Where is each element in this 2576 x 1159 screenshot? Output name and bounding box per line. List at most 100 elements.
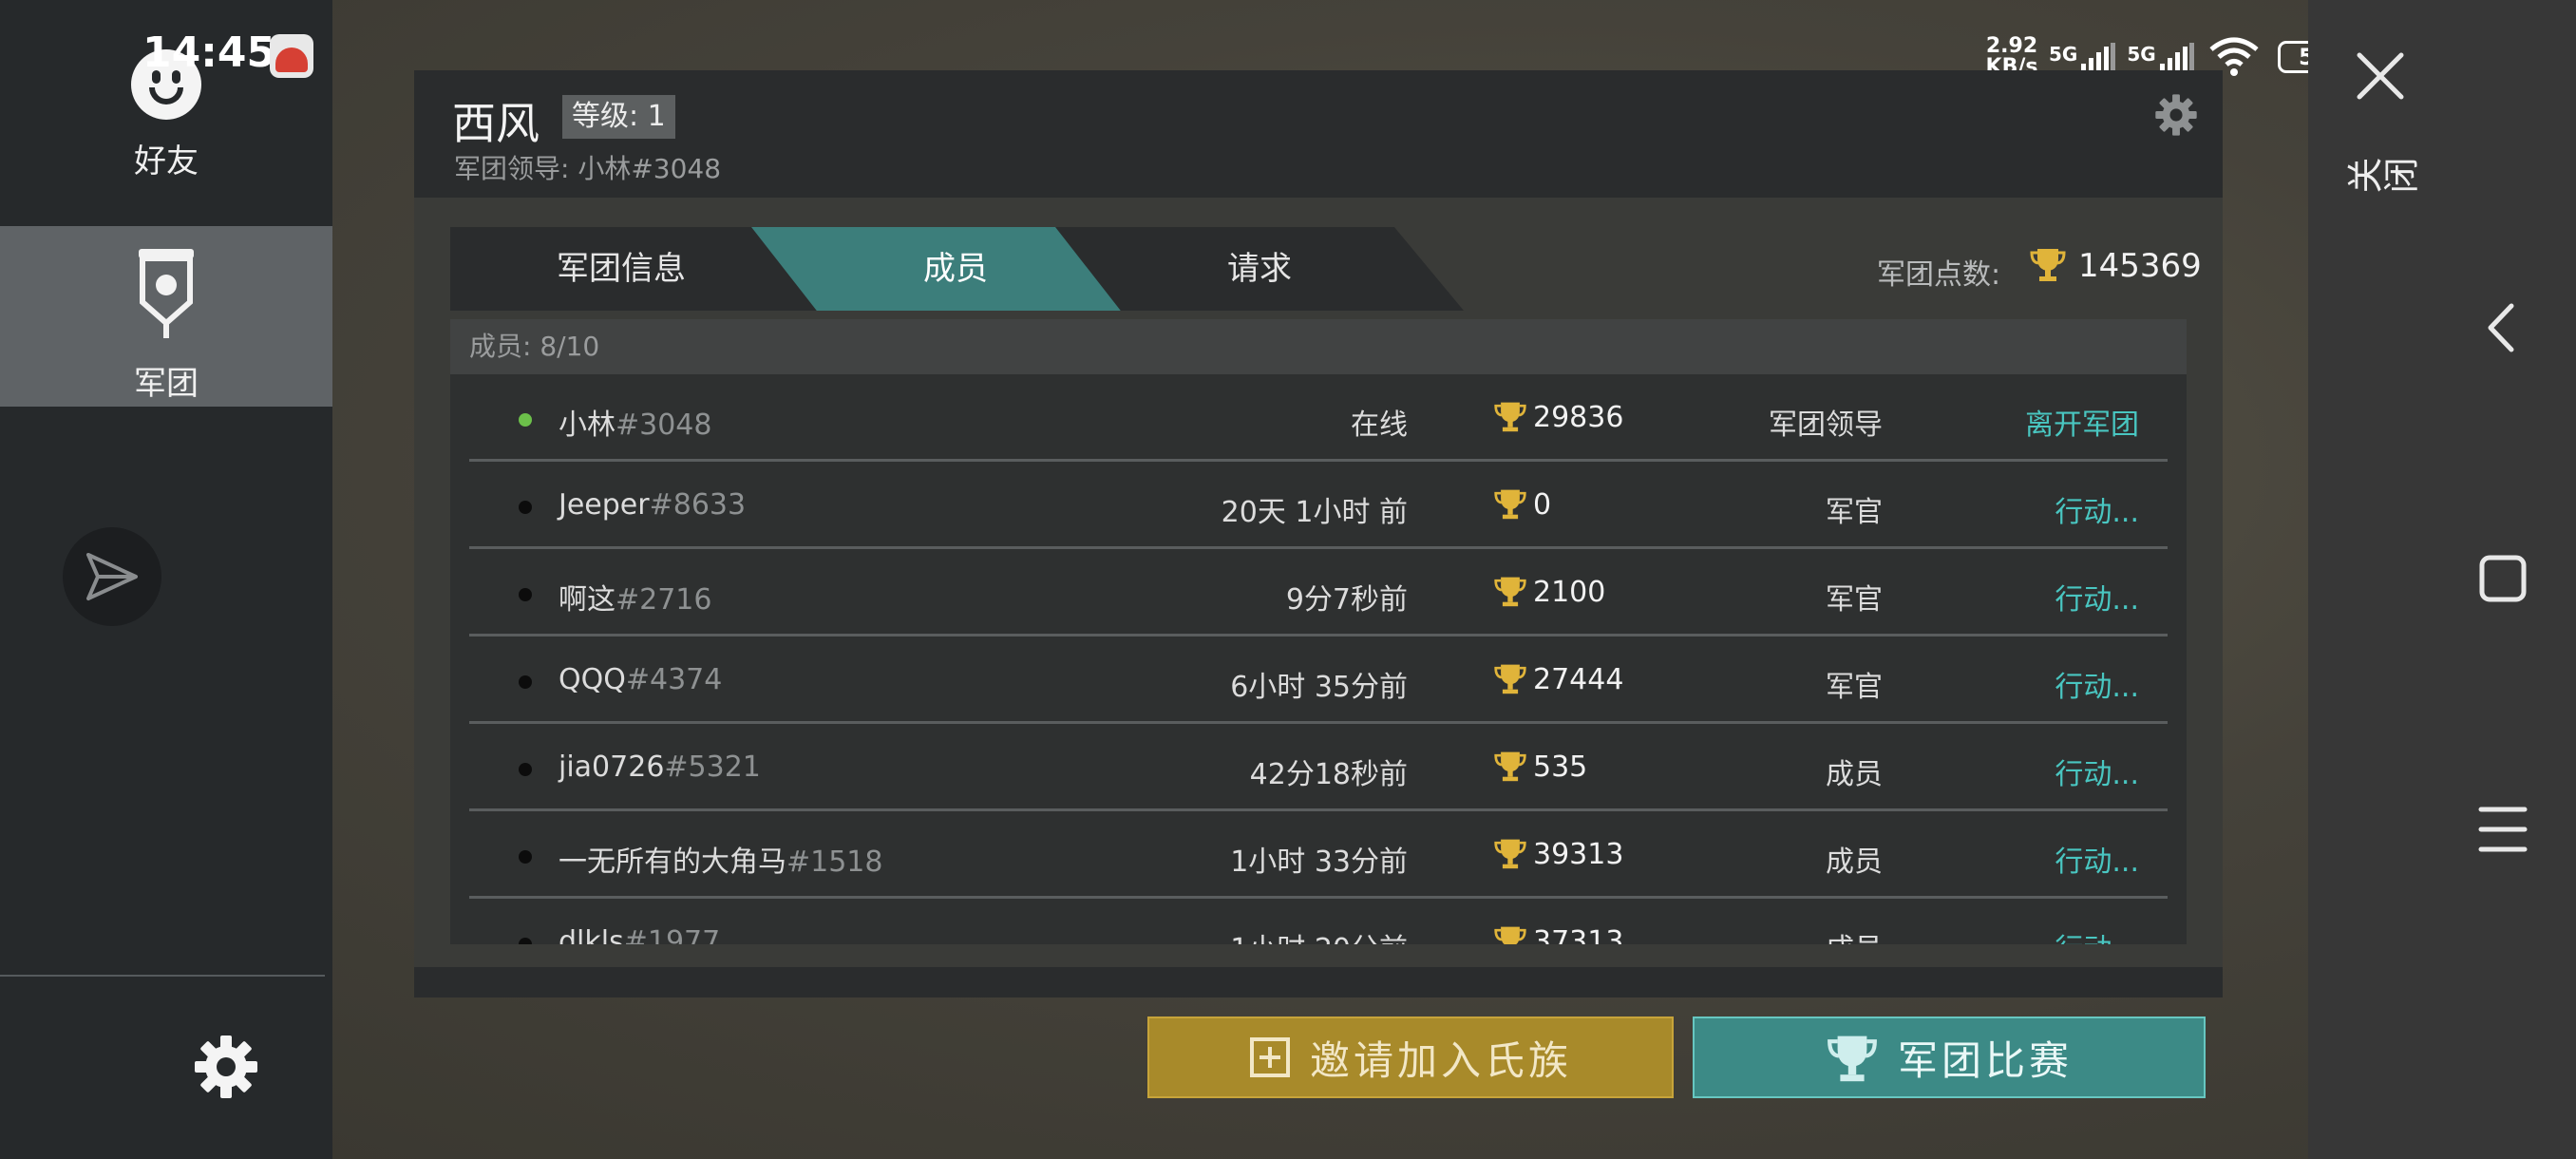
online-status-dot bbox=[519, 413, 532, 427]
member-actions-link[interactable]: 行动... bbox=[2055, 750, 2139, 792]
dialog-footer bbox=[414, 967, 2223, 998]
back-icon[interactable] bbox=[2470, 294, 2536, 361]
member-name: dlkls#1977 bbox=[559, 925, 720, 944]
member-tag: #3048 bbox=[616, 408, 712, 442]
member-score: 2100 bbox=[1533, 576, 1606, 609]
gear-icon[interactable] bbox=[2154, 93, 2198, 137]
member-name: 啊这#2716 bbox=[559, 583, 712, 617]
member-list[interactable]: 成员: 8/10 小林#3048 在线 29836 军团领导 离开军团 Jeeper#86… bbox=[450, 319, 2187, 944]
signal-icon: 5G bbox=[2049, 43, 2116, 71]
clan-points-value: 145369 bbox=[2078, 247, 2202, 285]
member-name: 一无所有的大角马#1518 bbox=[559, 846, 883, 879]
trophy-icon bbox=[1828, 1036, 1877, 1082]
trophy-icon bbox=[1494, 577, 1526, 607]
clan-leader: 军团领导: 小林#3048 bbox=[454, 153, 722, 184]
menu-icon[interactable] bbox=[2470, 796, 2536, 863]
trophy-icon bbox=[1494, 839, 1526, 869]
clan-level-badge: 等级: 1 bbox=[562, 95, 675, 139]
member-role: 军官 bbox=[1826, 583, 1883, 617]
member-actions-link[interactable]: 行动... bbox=[2055, 488, 2139, 530]
member-name: 小林#3048 bbox=[559, 408, 712, 442]
member-actions-link[interactable]: 行动... bbox=[2055, 576, 2139, 618]
member-actions-link[interactable]: 行动... bbox=[2055, 838, 2139, 880]
member-name: QQQ#4374 bbox=[559, 663, 723, 696]
close-icon[interactable] bbox=[2352, 48, 2409, 104]
dialog-header: 西风 等级: 1 军团领导: 小林#3048 bbox=[414, 70, 2223, 198]
clan-name: 西风 bbox=[452, 98, 540, 149]
member-role: 军官 bbox=[1826, 671, 1883, 704]
member-row[interactable]: dlkls#1977 1小时 20分前 37313 成员 行动... bbox=[469, 899, 2168, 944]
sidebar-item-legion[interactable]: 军团 bbox=[0, 226, 332, 407]
gear-icon[interactable] bbox=[193, 1034, 259, 1100]
member-score: 27444 bbox=[1533, 663, 1624, 696]
member-row[interactable]: jia0726#5321 42分18秒前 535 成员 行动... bbox=[469, 724, 2168, 811]
member-row[interactable]: 一无所有的大角马#1518 1小时 33分前 39313 成员 行动... bbox=[469, 811, 2168, 899]
member-last-seen: 6小时 35分前 bbox=[1230, 671, 1408, 704]
offline-status-dot bbox=[519, 938, 532, 944]
member-last-seen: 1小时 20分前 bbox=[1230, 925, 1408, 944]
add-icon bbox=[1249, 1037, 1290, 1077]
member-last-seen: 20天 1小时 前 bbox=[1221, 496, 1408, 529]
member-actions-link[interactable]: 行动... bbox=[2055, 663, 2139, 705]
member-row[interactable]: Jeeper#8633 20天 1小时 前 0 军官 行动... bbox=[469, 462, 2168, 549]
member-score: 0 bbox=[1533, 488, 1552, 522]
member-last-seen: 9分7秒前 bbox=[1285, 583, 1408, 617]
member-actions-link[interactable]: 行动... bbox=[2055, 925, 2139, 944]
member-last-seen: 42分18秒前 bbox=[1249, 758, 1408, 791]
trophy-icon bbox=[1494, 751, 1526, 782]
member-score: 535 bbox=[1533, 750, 1588, 784]
member-tag: #2716 bbox=[616, 583, 712, 617]
clan-competition-button[interactable]: 军团比赛 bbox=[1693, 1016, 2206, 1098]
member-score: 37313 bbox=[1533, 925, 1624, 944]
member-score: 39313 bbox=[1533, 838, 1624, 871]
status-time: 14:45 bbox=[142, 28, 276, 77]
offline-status-dot bbox=[519, 588, 532, 601]
sidebar-item-label: 军团 bbox=[134, 365, 199, 403]
banner-icon bbox=[139, 249, 194, 338]
sidebar-item-label: 好友 bbox=[134, 142, 199, 180]
invite-button-label: 邀请加入氏族 bbox=[1309, 1036, 1572, 1084]
member-last-seen: 在线 bbox=[1351, 408, 1408, 442]
trophy-icon bbox=[1494, 664, 1526, 694]
member-role: 成员 bbox=[1826, 846, 1883, 879]
member-count: 成员: 8/10 bbox=[450, 319, 2187, 374]
member-role: 军官 bbox=[1826, 496, 1883, 529]
sidebar-divider bbox=[0, 975, 325, 977]
member-row[interactable]: 小林#3048 在线 29836 军团领导 离开军团 bbox=[469, 374, 2168, 462]
close-label[interactable]: 关闭 bbox=[2346, 158, 2418, 200]
member-row[interactable]: 啊这#2716 9分7秒前 2100 军官 行动... bbox=[469, 549, 2168, 636]
home-icon[interactable] bbox=[2470, 545, 2536, 612]
app-notification-icon bbox=[270, 34, 313, 78]
trophy-icon bbox=[1494, 402, 1526, 432]
signal-icon: 5G bbox=[2127, 43, 2194, 71]
member-role: 成员 bbox=[1826, 925, 1883, 944]
member-tag: #8633 bbox=[649, 488, 747, 522]
member-tag: #4374 bbox=[625, 663, 723, 696]
member-row[interactable]: QQQ#4374 6小时 35分前 27444 军官 行动... bbox=[469, 636, 2168, 724]
trophy-icon bbox=[2030, 249, 2066, 281]
member-tag: #5321 bbox=[664, 750, 761, 784]
leave-clan-link[interactable]: 离开军团 bbox=[2025, 401, 2139, 443]
member-score: 29836 bbox=[1533, 401, 1624, 434]
member-name: Jeeper#8633 bbox=[559, 488, 747, 522]
member-last-seen: 1小时 33分前 bbox=[1230, 846, 1408, 879]
member-tag: #1977 bbox=[623, 925, 721, 944]
send-button[interactable] bbox=[63, 527, 161, 626]
clan-dialog: 西风 等级: 1 军团领导: 小林#3048 军团信息 成员 请求 军团点数: bbox=[414, 70, 2223, 998]
member-name: jia0726#5321 bbox=[559, 750, 761, 784]
offline-status-dot bbox=[519, 675, 532, 689]
trophy-icon bbox=[1494, 489, 1526, 520]
trophy-icon bbox=[1494, 926, 1526, 944]
offline-status-dot bbox=[519, 501, 532, 514]
member-tag: #1518 bbox=[786, 846, 883, 879]
member-role: 成员 bbox=[1826, 758, 1883, 791]
clan-points-label: 军团点数: bbox=[1877, 258, 2001, 292]
offline-status-dot bbox=[519, 850, 532, 864]
sidebar: 好友 军团 bbox=[0, 0, 332, 1159]
invite-to-clan-button[interactable]: 邀请加入氏族 bbox=[1147, 1016, 1674, 1098]
tab-requests[interactable]: 请求 bbox=[1055, 227, 1464, 311]
offline-status-dot bbox=[519, 763, 532, 776]
send-icon bbox=[86, 553, 138, 600]
compete-button-label: 军团比赛 bbox=[1897, 1036, 2073, 1084]
member-role: 军团领导 bbox=[1769, 408, 1883, 442]
